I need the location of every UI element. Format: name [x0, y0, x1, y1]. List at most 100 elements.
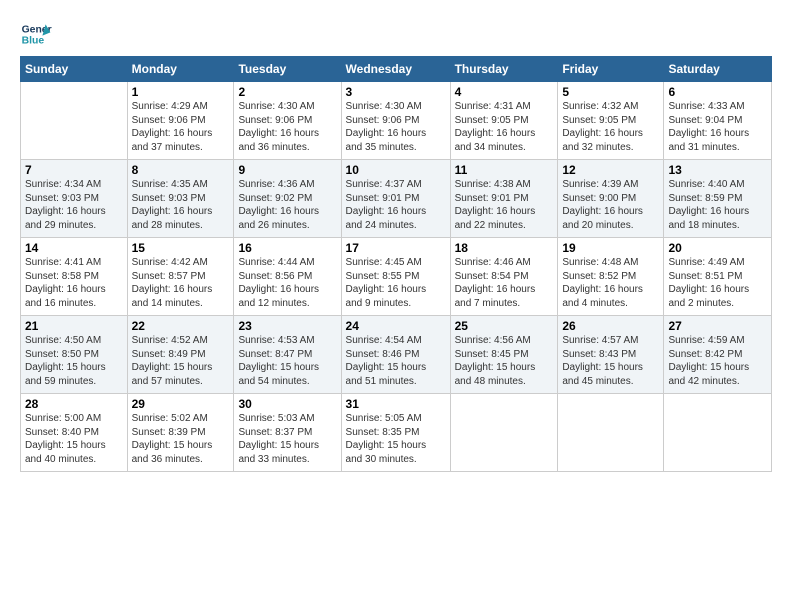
calendar-cell: 16Sunrise: 4:44 AM Sunset: 8:56 PM Dayli…	[234, 238, 341, 316]
day-info: Sunrise: 4:50 AM Sunset: 8:50 PM Dayligh…	[25, 334, 123, 388]
day-info: Sunrise: 4:30 AM Sunset: 9:06 PM Dayligh…	[238, 100, 336, 154]
calendar-cell: 30Sunrise: 5:03 AM Sunset: 8:37 PM Dayli…	[234, 394, 341, 472]
calendar-cell	[664, 394, 772, 472]
calendar-cell: 18Sunrise: 4:46 AM Sunset: 8:54 PM Dayli…	[450, 238, 558, 316]
day-info: Sunrise: 5:03 AM Sunset: 8:37 PM Dayligh…	[238, 412, 336, 466]
day-number: 23	[238, 319, 336, 333]
calendar-week-3: 14Sunrise: 4:41 AM Sunset: 8:58 PM Dayli…	[21, 238, 772, 316]
calendar-cell: 20Sunrise: 4:49 AM Sunset: 8:51 PM Dayli…	[664, 238, 772, 316]
calendar-cell: 6Sunrise: 4:33 AM Sunset: 9:04 PM Daylig…	[664, 82, 772, 160]
day-number: 31	[346, 397, 446, 411]
day-number: 25	[455, 319, 554, 333]
day-number: 21	[25, 319, 123, 333]
calendar-cell	[558, 394, 664, 472]
header: General Blue	[20, 18, 772, 50]
day-info: Sunrise: 4:30 AM Sunset: 9:06 PM Dayligh…	[346, 100, 446, 154]
day-number: 13	[668, 163, 767, 177]
day-number: 2	[238, 85, 336, 99]
calendar-week-5: 28Sunrise: 5:00 AM Sunset: 8:40 PM Dayli…	[21, 394, 772, 472]
weekday-header-saturday: Saturday	[664, 57, 772, 82]
day-number: 24	[346, 319, 446, 333]
day-number: 10	[346, 163, 446, 177]
weekday-header-thursday: Thursday	[450, 57, 558, 82]
day-number: 30	[238, 397, 336, 411]
weekday-header-tuesday: Tuesday	[234, 57, 341, 82]
calendar-cell: 2Sunrise: 4:30 AM Sunset: 9:06 PM Daylig…	[234, 82, 341, 160]
day-info: Sunrise: 4:57 AM Sunset: 8:43 PM Dayligh…	[562, 334, 659, 388]
day-number: 29	[132, 397, 230, 411]
day-info: Sunrise: 4:42 AM Sunset: 8:57 PM Dayligh…	[132, 256, 230, 310]
day-info: Sunrise: 4:29 AM Sunset: 9:06 PM Dayligh…	[132, 100, 230, 154]
calendar-cell: 17Sunrise: 4:45 AM Sunset: 8:55 PM Dayli…	[341, 238, 450, 316]
day-info: Sunrise: 5:02 AM Sunset: 8:39 PM Dayligh…	[132, 412, 230, 466]
calendar-cell: 5Sunrise: 4:32 AM Sunset: 9:05 PM Daylig…	[558, 82, 664, 160]
day-number: 20	[668, 241, 767, 255]
calendar-cell: 11Sunrise: 4:38 AM Sunset: 9:01 PM Dayli…	[450, 160, 558, 238]
day-info: Sunrise: 4:41 AM Sunset: 8:58 PM Dayligh…	[25, 256, 123, 310]
calendar-week-2: 7Sunrise: 4:34 AM Sunset: 9:03 PM Daylig…	[21, 160, 772, 238]
day-number: 16	[238, 241, 336, 255]
day-number: 6	[668, 85, 767, 99]
calendar-week-1: 1Sunrise: 4:29 AM Sunset: 9:06 PM Daylig…	[21, 82, 772, 160]
calendar-cell: 9Sunrise: 4:36 AM Sunset: 9:02 PM Daylig…	[234, 160, 341, 238]
weekday-header-friday: Friday	[558, 57, 664, 82]
calendar-cell: 26Sunrise: 4:57 AM Sunset: 8:43 PM Dayli…	[558, 316, 664, 394]
weekday-header-monday: Monday	[127, 57, 234, 82]
day-number: 26	[562, 319, 659, 333]
day-number: 19	[562, 241, 659, 255]
calendar-week-4: 21Sunrise: 4:50 AM Sunset: 8:50 PM Dayli…	[21, 316, 772, 394]
day-number: 11	[455, 163, 554, 177]
logo-icon: General Blue	[20, 18, 52, 50]
day-info: Sunrise: 4:32 AM Sunset: 9:05 PM Dayligh…	[562, 100, 659, 154]
calendar-cell: 12Sunrise: 4:39 AM Sunset: 9:00 PM Dayli…	[558, 160, 664, 238]
day-number: 17	[346, 241, 446, 255]
calendar-cell: 13Sunrise: 4:40 AM Sunset: 8:59 PM Dayli…	[664, 160, 772, 238]
day-info: Sunrise: 4:40 AM Sunset: 8:59 PM Dayligh…	[668, 178, 767, 232]
day-number: 4	[455, 85, 554, 99]
day-info: Sunrise: 4:53 AM Sunset: 8:47 PM Dayligh…	[238, 334, 336, 388]
calendar-cell: 10Sunrise: 4:37 AM Sunset: 9:01 PM Dayli…	[341, 160, 450, 238]
weekday-header-row: SundayMondayTuesdayWednesdayThursdayFrid…	[21, 57, 772, 82]
calendar-cell	[21, 82, 128, 160]
day-info: Sunrise: 4:38 AM Sunset: 9:01 PM Dayligh…	[455, 178, 554, 232]
page: General Blue SundayMondayTuesdayWednesda…	[0, 0, 792, 612]
day-number: 5	[562, 85, 659, 99]
day-number: 1	[132, 85, 230, 99]
calendar-cell: 8Sunrise: 4:35 AM Sunset: 9:03 PM Daylig…	[127, 160, 234, 238]
day-info: Sunrise: 4:54 AM Sunset: 8:46 PM Dayligh…	[346, 334, 446, 388]
day-number: 14	[25, 241, 123, 255]
day-info: Sunrise: 4:31 AM Sunset: 9:05 PM Dayligh…	[455, 100, 554, 154]
day-info: Sunrise: 5:00 AM Sunset: 8:40 PM Dayligh…	[25, 412, 123, 466]
day-number: 12	[562, 163, 659, 177]
day-number: 15	[132, 241, 230, 255]
calendar-cell: 31Sunrise: 5:05 AM Sunset: 8:35 PM Dayli…	[341, 394, 450, 472]
day-info: Sunrise: 4:37 AM Sunset: 9:01 PM Dayligh…	[346, 178, 446, 232]
day-number: 22	[132, 319, 230, 333]
calendar-cell: 27Sunrise: 4:59 AM Sunset: 8:42 PM Dayli…	[664, 316, 772, 394]
weekday-header-wednesday: Wednesday	[341, 57, 450, 82]
calendar-cell: 24Sunrise: 4:54 AM Sunset: 8:46 PM Dayli…	[341, 316, 450, 394]
weekday-header-sunday: Sunday	[21, 57, 128, 82]
calendar-cell: 3Sunrise: 4:30 AM Sunset: 9:06 PM Daylig…	[341, 82, 450, 160]
day-info: Sunrise: 4:49 AM Sunset: 8:51 PM Dayligh…	[668, 256, 767, 310]
calendar-cell: 4Sunrise: 4:31 AM Sunset: 9:05 PM Daylig…	[450, 82, 558, 160]
day-info: Sunrise: 4:46 AM Sunset: 8:54 PM Dayligh…	[455, 256, 554, 310]
svg-text:Blue: Blue	[22, 36, 45, 47]
day-info: Sunrise: 4:45 AM Sunset: 8:55 PM Dayligh…	[346, 256, 446, 310]
day-info: Sunrise: 5:05 AM Sunset: 8:35 PM Dayligh…	[346, 412, 446, 466]
calendar-cell: 22Sunrise: 4:52 AM Sunset: 8:49 PM Dayli…	[127, 316, 234, 394]
day-info: Sunrise: 4:33 AM Sunset: 9:04 PM Dayligh…	[668, 100, 767, 154]
calendar-cell: 23Sunrise: 4:53 AM Sunset: 8:47 PM Dayli…	[234, 316, 341, 394]
calendar-cell: 29Sunrise: 5:02 AM Sunset: 8:39 PM Dayli…	[127, 394, 234, 472]
day-info: Sunrise: 4:36 AM Sunset: 9:02 PM Dayligh…	[238, 178, 336, 232]
day-number: 28	[25, 397, 123, 411]
day-number: 7	[25, 163, 123, 177]
calendar-cell: 1Sunrise: 4:29 AM Sunset: 9:06 PM Daylig…	[127, 82, 234, 160]
day-info: Sunrise: 4:56 AM Sunset: 8:45 PM Dayligh…	[455, 334, 554, 388]
day-info: Sunrise: 4:39 AM Sunset: 9:00 PM Dayligh…	[562, 178, 659, 232]
day-info: Sunrise: 4:59 AM Sunset: 8:42 PM Dayligh…	[668, 334, 767, 388]
calendar-cell: 7Sunrise: 4:34 AM Sunset: 9:03 PM Daylig…	[21, 160, 128, 238]
day-number: 27	[668, 319, 767, 333]
day-number: 9	[238, 163, 336, 177]
calendar-cell: 19Sunrise: 4:48 AM Sunset: 8:52 PM Dayli…	[558, 238, 664, 316]
